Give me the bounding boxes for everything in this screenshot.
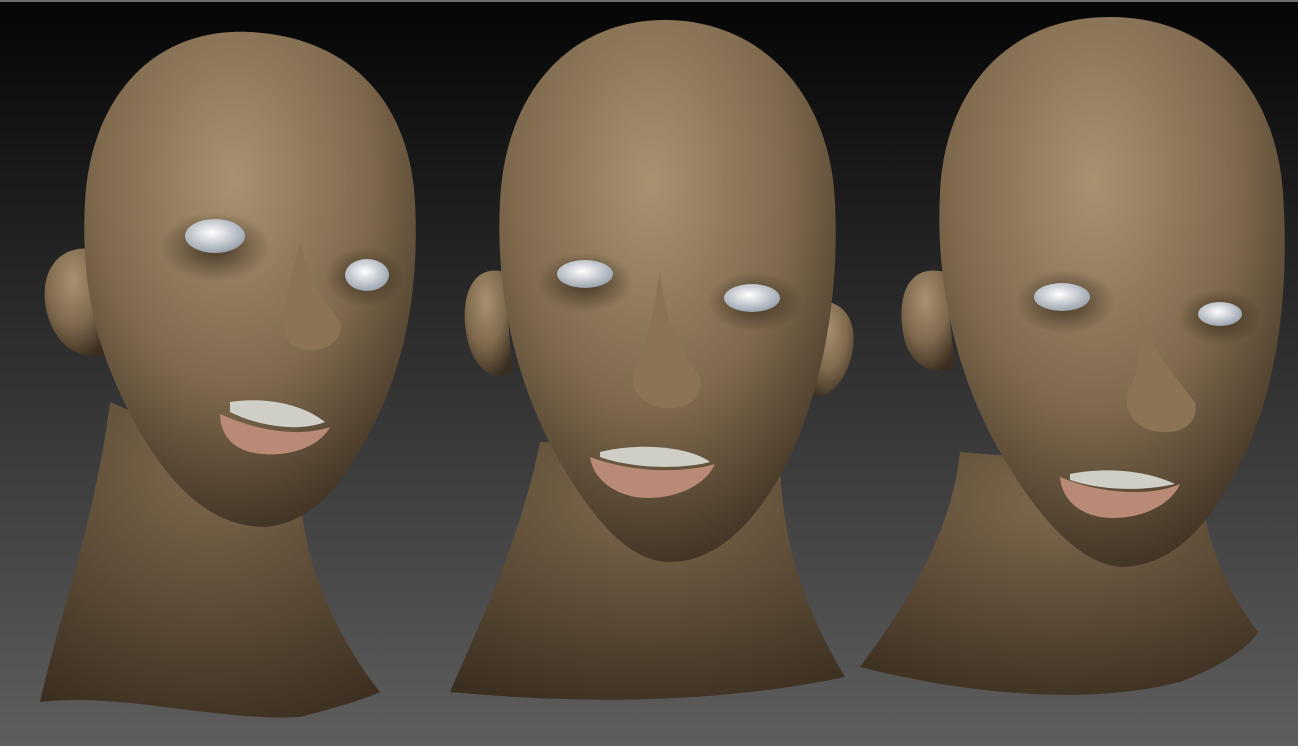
eye <box>345 259 389 291</box>
eye <box>724 284 780 312</box>
eye <box>1034 283 1090 311</box>
eye <box>557 260 613 288</box>
sculpt-render <box>0 2 1298 746</box>
eye <box>185 219 245 253</box>
sculpt-viewport[interactable] <box>0 0 1298 746</box>
eye <box>1198 302 1242 326</box>
